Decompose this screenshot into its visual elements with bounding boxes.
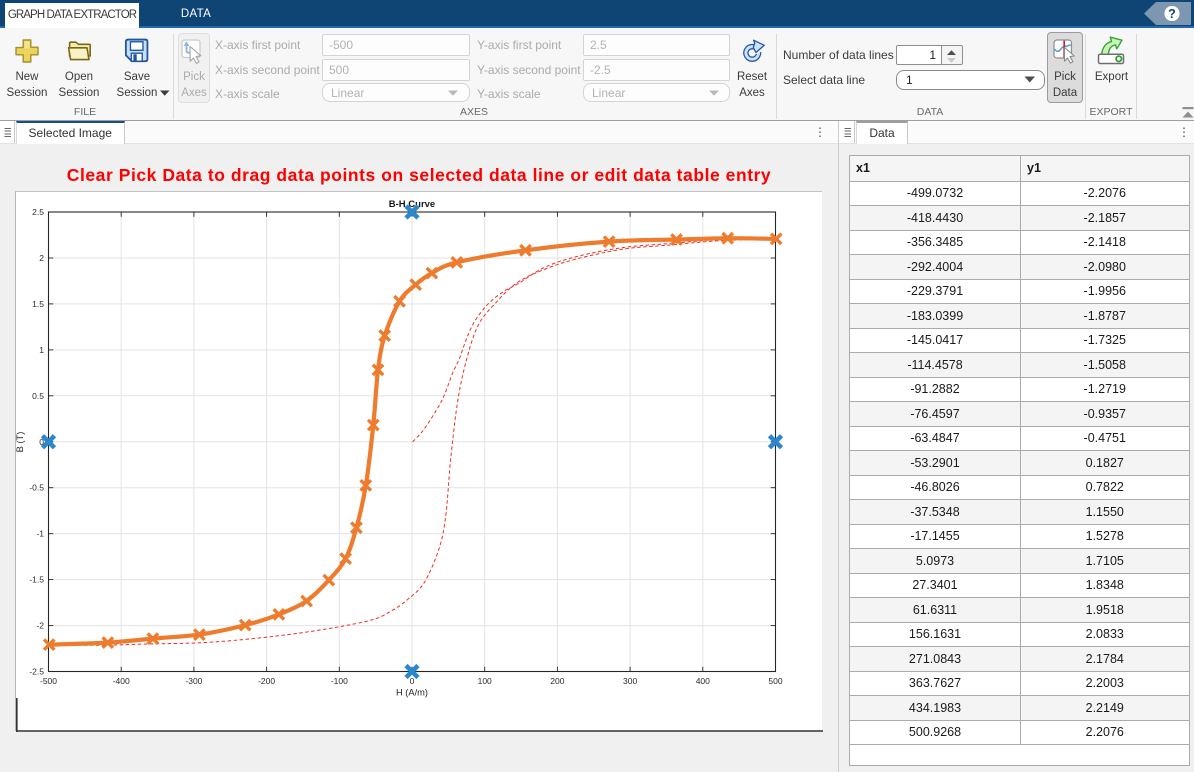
svg-text:2: 2 [39, 253, 44, 263]
svg-text:100: 100 [478, 676, 492, 686]
svg-text:-500: -500 [40, 676, 57, 686]
svg-text:-2.5: -2.5 [29, 667, 44, 677]
svg-text:-0.5: -0.5 [29, 483, 44, 493]
svg-text:-1.5: -1.5 [29, 575, 44, 585]
svg-text:-100: -100 [331, 676, 348, 686]
svg-text:1: 1 [39, 345, 44, 355]
svg-text:?: ? [1168, 7, 1176, 21]
svg-text:500: 500 [768, 676, 782, 686]
svg-text:-400: -400 [113, 676, 130, 686]
svg-text:200: 200 [550, 676, 564, 686]
svg-text:-2: -2 [36, 621, 44, 631]
svg-text:B-H Curve: B-H Curve [389, 199, 435, 210]
svg-text:-200: -200 [258, 676, 275, 686]
svg-text:400: 400 [696, 676, 710, 686]
svg-text:300: 300 [623, 676, 637, 686]
svg-text:0: 0 [410, 676, 415, 686]
svg-text:-300: -300 [185, 676, 202, 686]
svg-text:0.5: 0.5 [32, 391, 44, 401]
svg-text:H (A/m): H (A/m) [396, 688, 428, 698]
svg-text:B (T): B (T) [16, 432, 25, 453]
svg-text:1.5: 1.5 [32, 299, 44, 309]
svg-text:-1: -1 [36, 529, 44, 539]
svg-text:2.5: 2.5 [32, 207, 44, 217]
